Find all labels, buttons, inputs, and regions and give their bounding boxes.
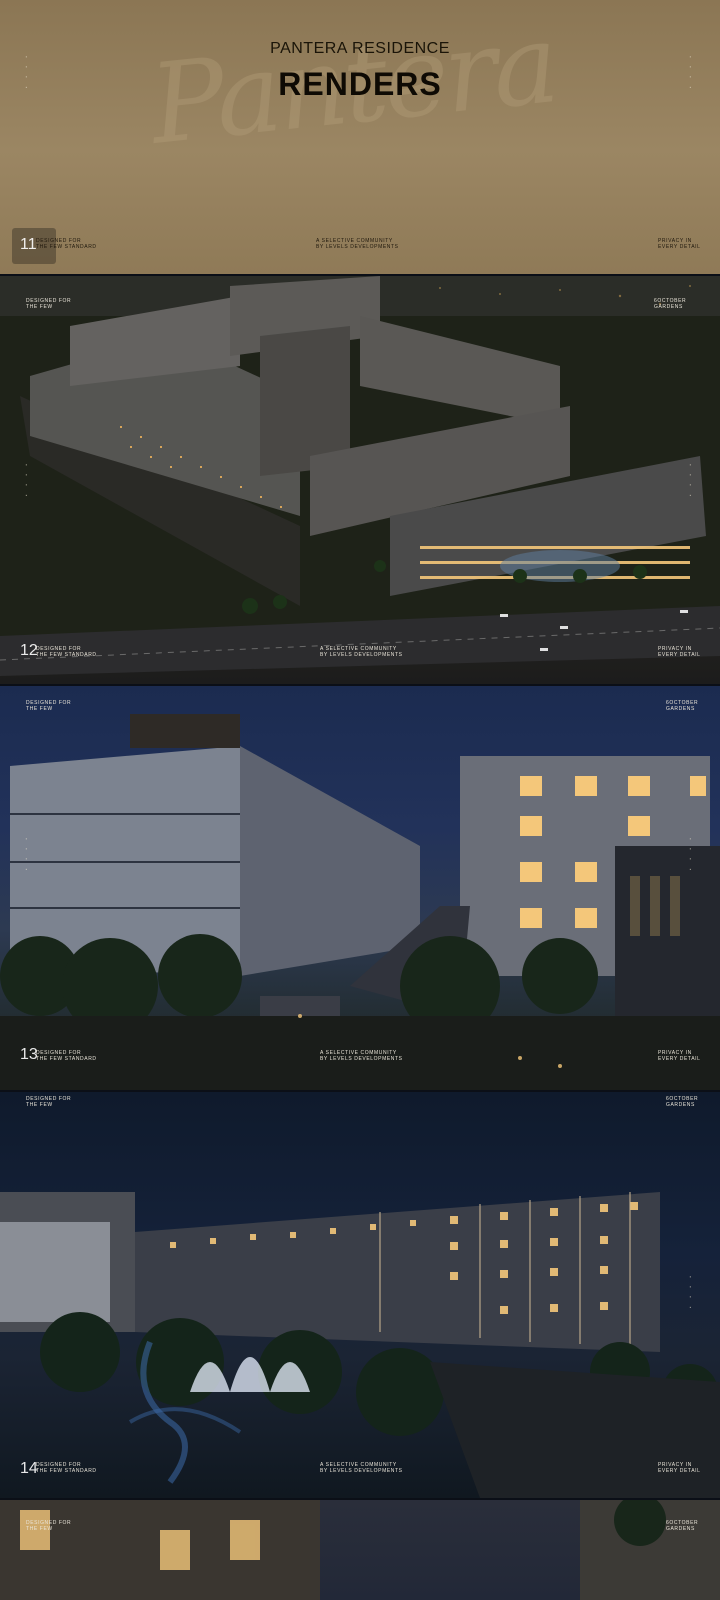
cover-caption-center: A SELECTIVE COMMUNITY BY LEVELS DEVELOPM…	[316, 238, 399, 250]
page-caption-top-left: DESIGNED FOR THE FEW	[26, 1096, 72, 1108]
side-mark-right: ▪ ▪ ▪ ▪	[688, 836, 693, 874]
side-mark-right: ▪ ▪ ▪ ▪	[688, 1274, 693, 1312]
page-caption-bottom-right: PRIVACY IN EVERY DETAIL	[658, 1462, 701, 1474]
cover-subtitle: PANTERA RESIDENCE	[270, 40, 450, 57]
facade-render-image	[0, 1192, 720, 1498]
page-caption-bottom-left: DESIGNED FOR THE FEW STANDARD	[36, 1050, 97, 1062]
page-caption-top-left: DESIGNED FOR THE FEW	[26, 1520, 72, 1532]
side-mark-left: ▪ ▪ ▪ ▪	[24, 462, 29, 500]
page-caption-bottom-center: A SELECTIVE COMMUNITY BY LEVELS DEVELOPM…	[320, 1050, 403, 1062]
render-page-facade: DESIGNED FOR THE FEW 6OCTOBER GARDENS ▪ …	[0, 1092, 720, 1498]
page-caption-top-right: 6OCTOBER GARDENS	[654, 298, 687, 310]
render-page-partial: DESIGNED FOR THE FEW 6OCTOBER GARDENS	[0, 1500, 720, 1600]
side-mark-right: ▪ ▪ ▪ ▪	[688, 462, 693, 500]
page-caption-top-right: 6OCTOBER GARDENS	[666, 1096, 699, 1108]
page-caption-bottom-right: PRIVACY IN EVERY DETAIL	[658, 646, 701, 658]
courtyard-render-image	[0, 714, 720, 1090]
page-caption-bottom-left: DESIGNED FOR THE FEW STANDARD	[36, 646, 97, 658]
partial-render-image	[0, 1500, 720, 1600]
page-caption-top-left: DESIGNED FOR THE FEW	[26, 700, 72, 712]
page-caption-top-right: 6OCTOBER GARDENS	[666, 700, 699, 712]
side-mark-left: ▪ ▪ ▪ ▪	[24, 836, 29, 874]
page-caption-bottom-right: PRIVACY IN EVERY DETAIL	[658, 1050, 701, 1062]
aerial-render-image	[0, 276, 720, 676]
page-number: 11	[20, 236, 37, 253]
cover-caption-left: DESIGNED FOR THE FEW STANDARD	[36, 238, 97, 250]
cover-title: RENDERS	[278, 66, 442, 102]
render-page-courtyard: DESIGNED FOR THE FEW 6OCTOBER GARDENS ▪ …	[0, 686, 720, 1090]
page-caption-bottom-left: DESIGNED FOR THE FEW STANDARD	[36, 1462, 97, 1474]
cover-page: Pantera ▪ ▪ ▪ ▪ ▪ ▪ ▪ ▪ PANTERA RESIDENC…	[0, 0, 720, 274]
page-caption-top-right: 6OCTOBER GARDENS	[666, 1520, 699, 1532]
cover-caption-right: PRIVACY IN EVERY DETAIL	[658, 238, 701, 250]
page-caption-bottom-center: A SELECTIVE COMMUNITY BY LEVELS DEVELOPM…	[320, 1462, 403, 1474]
page-caption-bottom-center: A SELECTIVE COMMUNITY BY LEVELS DEVELOPM…	[320, 646, 403, 658]
render-page-aerial: DESIGNED FOR THE FEW 6OCTOBER GARDENS ▪ …	[0, 276, 720, 684]
page-caption-top-left: DESIGNED FOR THE FEW	[26, 298, 72, 310]
